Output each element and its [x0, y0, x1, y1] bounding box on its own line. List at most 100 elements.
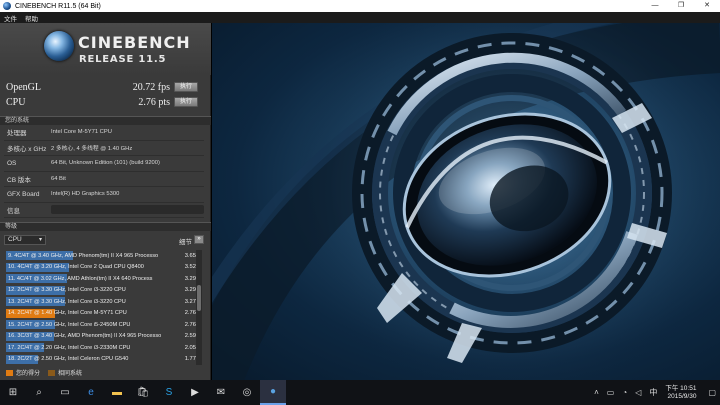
ranking-row[interactable]: 17. 2C/4T @ 2.20 GHz, Intel Core i3-2330… [6, 342, 196, 354]
app-icon[interactable]: ◎ [234, 380, 260, 405]
clock-date: 2015/9/30 [667, 392, 697, 400]
edge-icon[interactable]: e [78, 380, 104, 405]
info-key: 信息 [7, 207, 20, 215]
title-bar: CINEBENCH R11.5 (64 Bit) — ❐ ✕ [0, 0, 720, 12]
close-button[interactable]: ✕ [694, 0, 720, 12]
info-key: GFX Board [7, 190, 40, 198]
windows-start-icon[interactable]: ⊞ [0, 380, 26, 405]
logo-title: CINEBENCH [78, 33, 191, 52]
ranking-label: 9. 4C/4T @ 3.40 GHz, AMD Phenom(tm) II X… [8, 252, 159, 259]
ranking-row[interactable]: 14. 2C/4T @ 1.40 GHz, Intel Core M-5Y71 … [6, 308, 196, 320]
ranking-scrollbar[interactable] [196, 250, 202, 365]
window-controls: — ❐ ✕ [642, 0, 720, 12]
window-title: CINEBENCH R11.5 (64 Bit) [15, 2, 101, 10]
chevron-down-icon: ▾ [38, 237, 42, 243]
skype-icon[interactable]: S [156, 380, 182, 405]
opengl-run-button[interactable]: 执行 [174, 82, 198, 92]
ranking-row[interactable]: 18. 2C/2T @ 2.50 GHz, Intel Celeron CPU … [6, 354, 196, 366]
battery-icon[interactable]: ▭ [607, 388, 615, 397]
file-explorer-icon[interactable]: ▬ [104, 380, 130, 405]
ranking-row[interactable]: 11. 4C/4T @ 3.02 GHz, AMD Athlon(tm) II … [6, 273, 196, 285]
legend-swatch-your-score [6, 369, 13, 376]
clock[interactable]: 下午 10:51 2015/9/30 [665, 385, 696, 401]
logo-release: RELEASE 11.5 [79, 54, 167, 65]
volume-icon[interactable]: ◁ [635, 388, 641, 397]
logo-area: CINEBENCH RELEASE 11.5 [0, 23, 211, 75]
info-row-cb-version: CB 版本 64 Bit [4, 172, 204, 187]
ranking-score: 3.29 [184, 275, 196, 282]
legend-swatch-same-system [48, 369, 56, 376]
taskbar: ⊞ ⌕ ▭ e ▬ 🛍 S ▶ ✉ ◎ ● ˄ ▭ ◔ ◁ 中 下午 10:51… [0, 380, 720, 405]
maximize-button[interactable]: ❐ [668, 0, 694, 12]
ranking-type-select[interactable]: CPU ▾ [4, 235, 46, 245]
notification-icon[interactable]: ▢ [708, 388, 716, 397]
minimize-button[interactable]: — [642, 0, 668, 12]
ranking-label: 18. 2C/2T @ 2.50 GHz, Intel Celeron CPU … [8, 356, 129, 363]
network-icon[interactable]: ◔ [622, 388, 627, 397]
info-key: OS [7, 159, 17, 167]
cinebench-app-icon [3, 2, 11, 10]
ranking-row[interactable]: 12. 2C/4T @ 3.30 GHz, Intel Core i3-3220… [6, 285, 196, 297]
task-view-icon[interactable]: ▭ [52, 380, 78, 405]
info-row-os: OS 64 Bit, Unknown Edition (101) (build … [4, 156, 204, 172]
ranking-score: 3.27 [184, 298, 196, 305]
details-label: 细节 [179, 239, 192, 246]
ranking-row[interactable]: 9. 4C/4T @ 3.40 GHz, AMD Phenom(tm) II X… [6, 250, 196, 262]
info-value: Intel(R) HD Graphics 5300 [51, 191, 120, 198]
cpu-label: CPU [6, 96, 26, 108]
search-icon[interactable]: ⌕ [26, 380, 52, 405]
details-button[interactable]: » [194, 235, 204, 244]
cinebench-logo-icon [44, 31, 74, 61]
ranking-type-value: CPU [8, 236, 22, 243]
ranking-row[interactable]: 15. 2C/4T @ 2.50 GHz, Intel Core i5-2450… [6, 319, 196, 331]
ranking-label: 13. 2C/4T @ 3.30 GHz, Intel Core i3-3220… [8, 298, 126, 305]
scrollbar-thumb[interactable] [197, 285, 201, 311]
info-row-gfx: GFX Board Intel(R) HD Graphics 5300 [4, 187, 204, 203]
ranking-label: 12. 2C/4T @ 3.30 GHz, Intel Core i3-3220… [8, 287, 126, 294]
info-key: 多核心 x GHz [7, 145, 47, 153]
info-value: 64 Bit [51, 175, 66, 182]
ranking-row[interactable]: 13. 2C/4T @ 3.30 GHz, Intel Core i3-3220… [6, 296, 196, 308]
ranking-toolbar: CPU ▾ 细节 » [4, 234, 206, 246]
system-info-table: 处理器 Intel Core M-5Y71 CPU 多核心 x GHz 2 多核… [4, 125, 204, 218]
cinebench-taskbar-icon[interactable]: ● [260, 380, 286, 405]
ranking-label: 10. 4C/4T @ 3.20 GHz, Intel Core 2 Quad … [8, 264, 144, 271]
chevron-up-icon[interactable]: ˄ [594, 388, 599, 397]
ranking-score: 2.76 [184, 321, 196, 328]
info-row-notes: 信息 [4, 203, 204, 218]
ranking-score: 3.29 [184, 287, 196, 294]
menu-help[interactable]: 帮助 [25, 13, 38, 23]
ime-icon[interactable]: 中 [649, 387, 657, 398]
ranking-list[interactable]: 9. 4C/4T @ 3.40 GHz, AMD Phenom(tm) II X… [6, 250, 196, 365]
ranking-label: 17. 2C/4T @ 2.20 GHz, Intel Core i3-2330… [8, 344, 131, 351]
ranking-label: 14. 2C/4T @ 1.40 GHz, Intel Core M-5Y71 … [8, 310, 127, 317]
ranking-score: 1.77 [184, 356, 196, 363]
menu-file[interactable]: 文件 [4, 13, 17, 23]
store-icon[interactable]: 🛍 [130, 380, 156, 405]
render-artwork [212, 23, 720, 380]
ranking-label: 16. 3C/3T @ 3.40 GHz, AMD Phenom(tm) II … [8, 333, 162, 340]
ranking-score: 2.05 [184, 344, 196, 351]
cpu-value: 2.76 pts [138, 96, 170, 108]
ranking-score: 2.76 [184, 310, 196, 317]
cpu-run-button[interactable]: 执行 [174, 97, 198, 107]
ranking-row[interactable]: 10. 4C/4T @ 3.20 GHz, Intel Core 2 Quad … [6, 262, 196, 274]
info-key: CB 版本 [7, 176, 31, 184]
info-value: 2 多核心, 4 多线程 @ 1.40 GHz [51, 146, 133, 153]
info-value: 64 Bit, Unknown Edition (101) (build 920… [51, 160, 160, 167]
opengl-label: OpenGL [6, 81, 41, 93]
media-icon[interactable]: ▶ [182, 380, 208, 405]
render-viewport [212, 23, 720, 380]
ranking-score: 3.52 [184, 264, 196, 271]
ranking-label: 11. 4C/4T @ 3.02 GHz, AMD Athlon(tm) II … [8, 275, 153, 282]
info-notes-input[interactable] [51, 205, 204, 215]
clock-time: 下午 10:51 [665, 384, 697, 392]
ranking-score: 3.65 [184, 252, 196, 259]
info-value: Intel Core M-5Y71 CPU [51, 129, 112, 136]
ranking-score: 2.59 [184, 333, 196, 340]
opengl-score-row: OpenGL 20.72 fps 执行 [6, 80, 202, 94]
mail-icon[interactable]: ✉ [208, 380, 234, 405]
legend-same-system: 相同系统 [58, 371, 83, 377]
system-section-header: 您的系统 [0, 116, 211, 125]
ranking-row[interactable]: 16. 3C/3T @ 3.40 GHz, AMD Phenom(tm) II … [6, 331, 196, 343]
